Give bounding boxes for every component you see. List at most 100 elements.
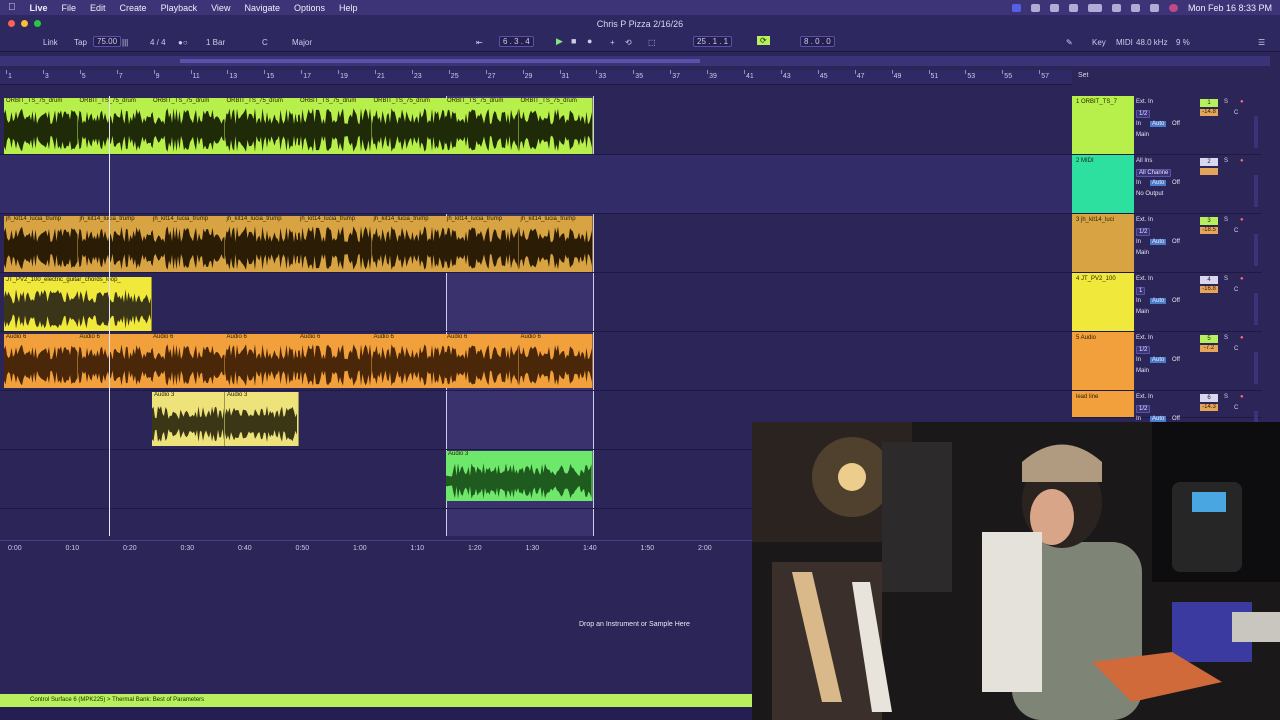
clip-trumpet[interactable]: jh_kit14_lucia_trump [224,216,299,272]
lane-guitar[interactable]: JT_PV2_100_electric_guitar_chords_loop_ [0,273,1072,332]
lane-audio-6[interactable]: Audio 6 Audio 6 Audio 6 Audio 6 Audio 6 Audio… [0,332,1072,391]
menu-options[interactable]: Options [294,3,325,13]
lane-midi[interactable] [0,155,1072,214]
arm-button[interactable]: ● [1240,276,1244,282]
screen-record-icon[interactable] [1011,3,1021,12]
clip-audio-6[interactable]: Audio 6 [151,334,226,388]
close-window-button[interactable] [8,20,15,27]
clip-audio-3a[interactable]: Audio 3 [152,392,225,446]
wifi-icon[interactable] [1111,3,1121,12]
app-status-icon[interactable] [1030,3,1040,12]
clip-drum[interactable]: ORBIT_TS_75_drum [77,98,152,154]
time-signature-field[interactable]: 4 / 4 [150,38,166,47]
clip-trumpet[interactable]: jh_kit14_lucia_trump [4,216,79,272]
scale-select[interactable]: Major [292,38,312,47]
monitor-off[interactable]: Off [1172,357,1180,363]
menu-lines-icon[interactable]: ☰ [1258,38,1265,47]
record-button[interactable]: ● [587,36,592,46]
automation-arm-icon[interactable]: ⟲ [625,38,632,47]
monitor-auto[interactable]: Auto [1150,357,1167,363]
record-quantize-icon[interactable]: ●○ [178,38,188,47]
clip-drum[interactable]: ORBIT_TS_75_drum [4,98,79,154]
playhead[interactable] [109,96,110,536]
pan-knob[interactable]: C [1234,110,1238,116]
track-activator[interactable]: 4 [1200,276,1218,284]
output-select[interactable]: Main [1136,250,1149,256]
menu-clock[interactable]: Mon Feb 16 8:33 PM [1188,3,1272,13]
monitor-in[interactable]: In [1136,298,1141,304]
battery-icon[interactable] [1087,3,1102,12]
pan-knob[interactable]: C [1234,228,1238,234]
input-type-select[interactable]: Ext. In [1136,335,1153,341]
output-select[interactable]: Main [1136,132,1149,138]
overdub-icon[interactable]: + [610,38,615,47]
arm-button[interactable]: ● [1240,394,1244,400]
input-channel-select[interactable]: 1 [1136,287,1146,295]
track-header[interactable]: 2 MIDI All Ins All Channe In Auto Off No… [1072,155,1262,214]
clip-audio-6[interactable]: Audio 6 [371,334,446,388]
solo-button[interactable]: S [1224,158,1228,164]
track-header[interactable]: 4 JT_PV2_100 Ext. In 1 In Auto Off Main … [1072,273,1262,332]
monitor-off[interactable]: Off [1172,239,1180,245]
clip-audio-3b[interactable]: Audio 3 [225,392,299,446]
track-volume[interactable]: -18.5 [1200,227,1218,234]
solo-button[interactable]: S [1224,394,1228,400]
track-activator[interactable]: 5 [1200,335,1218,343]
clip-drum[interactable]: ORBIT_TS_75_drum [151,98,226,154]
input-channel-select[interactable]: 1/2 [1136,405,1151,413]
clip-guitar[interactable]: JT_PV2_100_electric_guitar_chords_loop_ [4,277,152,331]
track-name[interactable]: 2 MIDI [1076,158,1094,164]
output-select[interactable]: No Output [1136,191,1163,197]
track-name[interactable]: 3 jh_kit14_luci [1076,217,1114,223]
arm-button[interactable]: ● [1240,158,1244,164]
pan-knob[interactable]: C [1234,287,1238,293]
output-select[interactable]: Main [1136,309,1149,315]
output-select[interactable]: Main [1136,368,1149,374]
follow-icon[interactable]: ⇤ [476,38,483,47]
input-type-select[interactable]: Ext. In [1136,99,1153,105]
monitor-off[interactable]: Off [1172,298,1180,304]
track-name[interactable]: 1 ORBIT_TS_7 [1076,99,1117,105]
monitor-in[interactable]: In [1136,180,1141,186]
input-channel-select[interactable]: All Channe [1136,169,1172,177]
clip-drum[interactable]: ORBIT_TS_75_drum [298,98,373,154]
arm-button[interactable]: ● [1240,99,1244,105]
track-name[interactable]: lead line [1076,394,1098,400]
clip-trumpet[interactable]: jh_kit14_lucia_trump [518,216,593,272]
time-ruler[interactable]: 0:00 0:10 0:20 0:30 0:40 0:50 1:00 1:10 1:20 1:30… [0,540,752,555]
menu-create[interactable]: Create [120,3,147,13]
solo-button[interactable]: S [1224,99,1228,105]
clip-drum[interactable]: ORBIT_TS_75_drum [371,98,446,154]
clip-audio-6[interactable]: Audio 6 [298,334,373,388]
clip-drum[interactable]: ORBIT_TS_75_drum [445,98,520,154]
loop-start-field[interactable]: 25 . 1 . 1 [693,36,733,47]
clip-trumpet[interactable]: jh_kit14_lucia_trump [298,216,373,272]
stop-button[interactable]: ■ [571,36,576,46]
tap-tempo-button[interactable]: Tap [74,38,87,47]
clip-trumpet[interactable]: jh_kit14_lucia_trump [371,216,446,272]
input-channel-select[interactable]: 1/2 [1136,228,1151,236]
solo-button[interactable]: S [1224,217,1228,223]
volume-icon[interactable] [1068,3,1078,12]
key-map-button[interactable]: Key [1092,38,1106,47]
track-volume[interactable] [1200,168,1218,175]
clip-trumpet[interactable]: jh_kit14_lucia_trump [77,216,152,272]
track-volume[interactable]: -14.8 [1200,109,1218,116]
loop-length-field[interactable]: 8 . 0 . 0 [800,36,835,47]
input-type-select[interactable]: All Ins [1136,158,1152,164]
track-activator[interactable]: 3 [1200,217,1218,225]
beat-ruler[interactable]: 1 3 5 7 9 11 13 15 17 19 21 23 25 27 29 31 33 35 37 39 41 43 4… [0,70,1072,85]
monitor-off[interactable]: Off [1172,180,1180,186]
pan-knob[interactable]: C [1234,346,1238,352]
arrangement-overview[interactable] [0,56,1270,66]
lane-trumpet[interactable]: jh_kit14_lucia_trump jh_kit14_lucia_trump… [0,214,1072,273]
track-header[interactable]: 3 jh_kit14_luci Ext. In 1/2 In Auto Off … [1072,214,1262,273]
draw-mode-icon[interactable]: ✎ [1066,38,1073,47]
track-header[interactable]: 1 ORBIT_TS_7 Ext. In 1/2 In Auto Off Mai… [1072,96,1262,155]
track-activator[interactable]: 2 [1200,158,1218,166]
track-volume[interactable]: -7.2 [1200,345,1218,352]
solo-button[interactable]: S [1224,335,1228,341]
input-channel-select[interactable]: 1/2 [1136,110,1151,118]
track-name[interactable]: 4 JT_PV2_100 [1076,276,1116,282]
track-volume[interactable]: -16.8 [1200,286,1218,293]
